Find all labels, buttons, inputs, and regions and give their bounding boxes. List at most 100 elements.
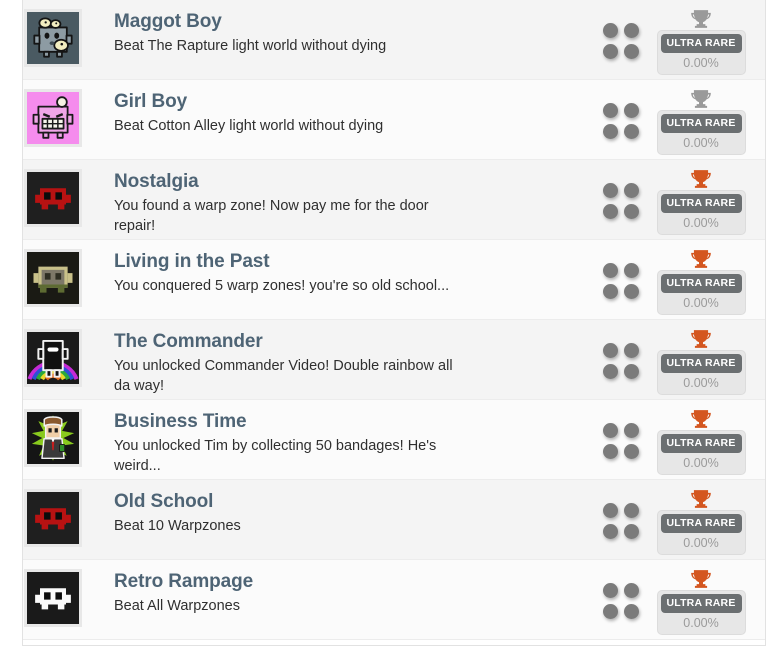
- achievement-text: Old School Beat 10 Warpzones: [84, 489, 599, 536]
- rarity-box: ULTRA RARE 0.00%: [656, 590, 746, 635]
- dot-grid-dot: [623, 124, 639, 139]
- dot-grid-dot: [602, 524, 618, 539]
- achievement-icon-wrapper: [22, 489, 84, 547]
- dot-grid-icon[interactable]: [599, 343, 645, 382]
- achievement-description: Beat Cotton Alley light world without dy…: [114, 118, 384, 134]
- dot-grid-dot: [623, 444, 639, 459]
- white-meat-boy-avatar: [24, 569, 82, 627]
- dot-grid-dot: [602, 364, 618, 379]
- rarity-box: ULTRA RARE 0.00%: [656, 350, 746, 395]
- rarity-percent: 0.00%: [683, 536, 719, 550]
- dot-grid-icon[interactable]: [599, 423, 645, 462]
- achievement-row[interactable]: Living in the Past You conquered 5 warp z…: [23, 240, 765, 320]
- achievement-title[interactable]: The Commander: [114, 330, 589, 353]
- rarity-percent: 0.00%: [683, 616, 719, 630]
- dot-grid-dot: [623, 604, 639, 619]
- olive-meat-boy-avatar: [24, 249, 82, 307]
- rarity-badge: ULTRA RARE: [660, 434, 742, 453]
- rarity-badge: ULTRA RARE: [660, 194, 742, 213]
- dot-grid-dot: [602, 44, 618, 59]
- achievement-row[interactable]: Girl Boy Beat Cotton Alley light world wi…: [23, 80, 765, 160]
- trophy-icon: [691, 330, 711, 348]
- rarity-column: ULTRA RARE 0.00%: [651, 329, 751, 395]
- achievement-description: You unlocked Commander Video! Double rai…: [114, 358, 453, 394]
- rarity-percent: 0.00%: [683, 376, 719, 390]
- dot-grid-dot: [602, 583, 618, 598]
- dot-grid-dot: [602, 343, 618, 358]
- achievement-text: Nostalgia You found a warp zone! Now pay …: [84, 169, 599, 236]
- achievement-title[interactable]: Business Time: [114, 410, 589, 433]
- dot-grid-dot: [602, 23, 618, 38]
- dot-grid-icon[interactable]: [599, 103, 645, 142]
- tim-avatar: [24, 409, 82, 467]
- rarity-column: ULTRA RARE 0.00%: [651, 9, 751, 75]
- rarity-percent: 0.00%: [683, 136, 719, 150]
- dot-grid-icon[interactable]: [599, 503, 645, 542]
- achievement-description: You unlocked Tim by collecting 50 bandag…: [114, 438, 437, 474]
- dot-grid-icon[interactable]: [599, 583, 645, 622]
- achievement-row[interactable]: The Commander You unlocked Commander Vide…: [23, 320, 765, 400]
- rarity-box: ULTRA RARE 0.00%: [656, 510, 746, 555]
- achievement-text: Girl Boy Beat Cotton Alley light world wi…: [84, 89, 599, 136]
- achievement-title[interactable]: Retro Rampage: [114, 570, 589, 593]
- trophy-icon: [691, 490, 711, 508]
- achievement-title[interactable]: Nostalgia: [114, 170, 589, 193]
- trophy-icon: [691, 90, 711, 108]
- achievement-description: Beat The Rapture light world without dyi…: [114, 38, 387, 54]
- rarity-box: ULTRA RARE 0.00%: [656, 30, 746, 75]
- maggot-boy-avatar: [24, 9, 82, 67]
- achievement-row[interactable]: Nostalgia You found a warp zone! Now pay …: [23, 160, 765, 240]
- dot-grid-dot: [602, 263, 618, 278]
- dot-grid-dot: [623, 343, 639, 358]
- achievement-icon-wrapper: [22, 9, 84, 67]
- dot-grid-icon[interactable]: [599, 23, 645, 62]
- achievement-icon-wrapper: [22, 569, 84, 627]
- achievement-text: Living in the Past You conquered 5 warp z…: [84, 249, 599, 296]
- rarity-box: ULTRA RARE 0.00%: [656, 110, 746, 155]
- rarity-box: ULTRA RARE 0.00%: [656, 190, 746, 235]
- achievement-row[interactable]: Retro Rampage Beat All Warpzones ULTRA RA…: [23, 560, 765, 640]
- achievement-title[interactable]: Girl Boy: [114, 90, 589, 113]
- dot-grid-dot: [623, 183, 639, 198]
- achievement-row[interactable]: Maggot Boy Beat The Rapture light world w…: [23, 0, 765, 80]
- dot-grid-dot: [623, 583, 639, 598]
- trophy-icon: [691, 170, 711, 188]
- achievement-row[interactable]: Business Time You unlocked Tim by collect…: [23, 400, 765, 480]
- dot-grid-icon[interactable]: [599, 263, 645, 302]
- achievement-description: Beat All Warpzones: [114, 598, 240, 614]
- achievement-title[interactable]: Old School: [114, 490, 589, 513]
- achievement-icon-wrapper: [22, 409, 84, 467]
- rarity-column: ULTRA RARE 0.00%: [651, 489, 751, 555]
- achievement-text: The Commander You unlocked Commander Vide…: [84, 329, 599, 396]
- dot-grid-dot: [623, 423, 639, 438]
- achievement-row[interactable]: Old School Beat 10 Warpzones ULTRA RARE 0.…: [23, 480, 765, 560]
- achievement-title[interactable]: Living in the Past: [114, 250, 589, 273]
- dot-grid-dot: [602, 423, 618, 438]
- rarity-percent: 0.00%: [683, 296, 719, 310]
- rarity-badge: ULTRA RARE: [660, 34, 742, 53]
- dot-grid-icon[interactable]: [599, 183, 645, 222]
- dot-grid-dot: [623, 103, 639, 118]
- achievement-panel: Maggot Boy Beat The Rapture light world w…: [22, 0, 766, 646]
- rarity-column: ULTRA RARE 0.00%: [651, 409, 751, 475]
- commander-video-avatar: [24, 329, 82, 387]
- dot-grid-dot: [602, 183, 618, 198]
- dot-grid-dot: [623, 263, 639, 278]
- dot-grid-dot: [623, 503, 639, 518]
- dot-grid-dot: [602, 124, 618, 139]
- dot-grid-dot: [623, 364, 639, 379]
- achievement-title[interactable]: Maggot Boy: [114, 10, 589, 33]
- trophy-icon: [691, 10, 711, 28]
- dot-grid-dot: [602, 503, 618, 518]
- dot-grid-dot: [602, 284, 618, 299]
- red-meat-boy-avatar: [24, 169, 82, 227]
- rarity-percent: 0.00%: [683, 456, 719, 470]
- rarity-badge: ULTRA RARE: [660, 354, 742, 373]
- rarity-badge: ULTRA RARE: [660, 514, 742, 533]
- dot-grid-dot: [623, 44, 639, 59]
- achievement-description: You conquered 5 warp zones! you're so ol…: [114, 278, 450, 294]
- trophy-icon: [691, 570, 711, 588]
- rarity-column: ULTRA RARE 0.00%: [651, 169, 751, 235]
- rarity-percent: 0.00%: [683, 56, 719, 70]
- achievement-text: Business Time You unlocked Tim by collect…: [84, 409, 599, 476]
